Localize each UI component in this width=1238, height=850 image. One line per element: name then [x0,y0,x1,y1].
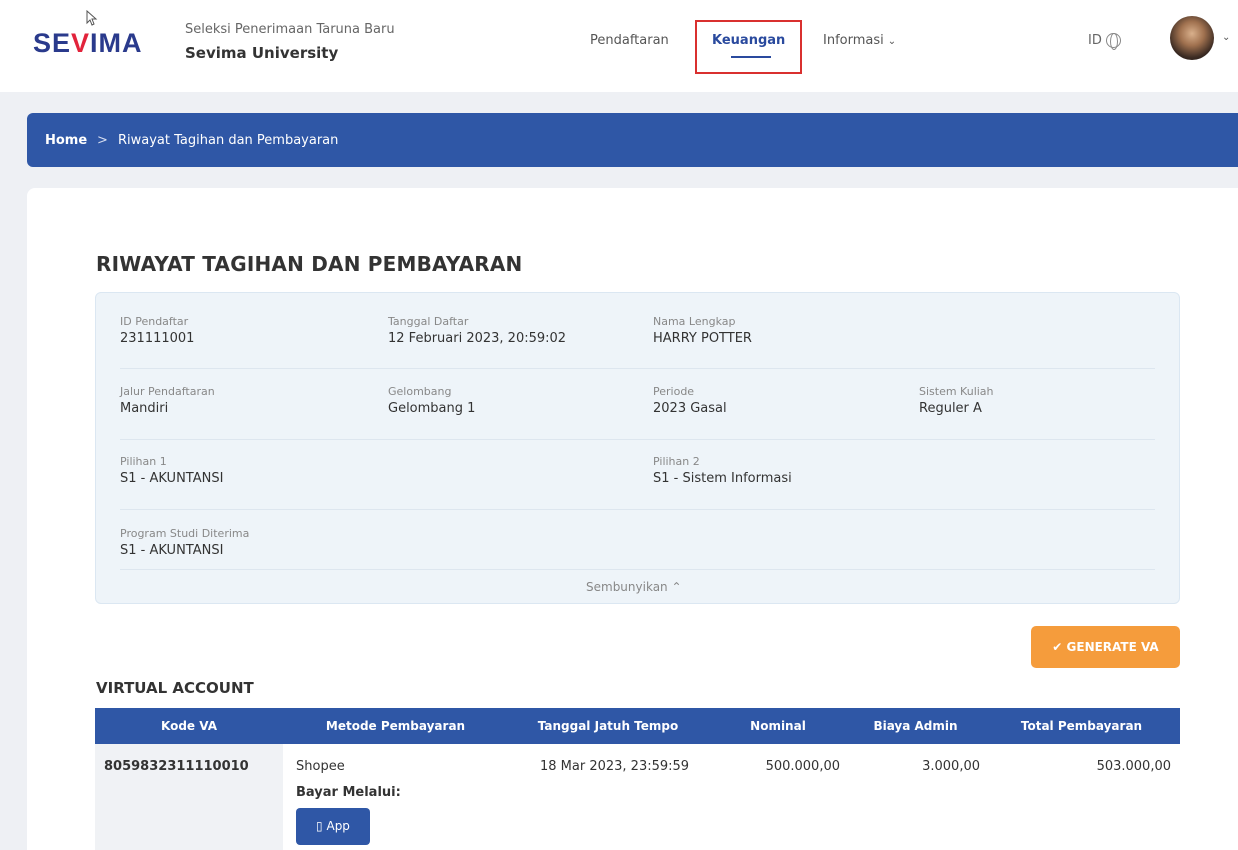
sistem-kuliah-value: Reguler A [919,401,982,416]
divider [120,569,1155,570]
metode-cell: Shopee [296,759,345,774]
id-pendaftar-value: 231111001 [120,331,195,346]
id-pendaftar-label: ID Pendaftar [120,315,189,328]
language-switcher[interactable]: ID [1088,32,1121,50]
check-icon: ✔ [1052,640,1063,654]
tanggal-daftar-label: Tanggal Daftar [388,315,469,328]
nav-informasi[interactable]: Informasi ⌄ [823,33,896,48]
column-header: Tanggal Jatuh Tempo [537,719,679,733]
language-label: ID [1088,33,1102,48]
biaya-admin-cell: 3.000,00 [922,759,980,774]
nav-informasi-label: Informasi [823,33,884,48]
breadcrumb-current: Riwayat Tagihan dan Pembayaran [118,133,339,148]
mouse-cursor-icon [86,10,98,26]
hide-label: Sembunyikan [586,580,668,594]
chevron-up-icon: ⌃ [671,580,682,594]
pay-via-app-button[interactable]: ▯ App [296,808,370,845]
column-header: Kode VA [161,719,217,733]
nominal-cell: 500.000,00 [765,759,840,774]
jalur-value: Mandiri [120,401,169,416]
breadcrumb-home[interactable]: Home [45,133,87,148]
pilihan2-value: S1 - Sistem Informasi [653,471,792,486]
column-header: Nominal [750,719,806,733]
divider [120,439,1155,440]
nama-lengkap-label: Nama Lengkap [653,315,736,328]
kode-va-cell: 8059832311110010 [104,759,249,774]
pilihan2-label: Pilihan 2 [653,455,700,468]
globe-icon [1105,32,1121,50]
periode-label: Periode [653,385,695,398]
divider [120,368,1155,369]
column-header: Biaya Admin [873,719,958,733]
sistem-kuliah-label: Sistem Kuliah [919,385,994,398]
top-header: SEVIMA Seleksi Penerimaan Taruna Baru Se… [0,0,1238,92]
page-title: RIWAYAT TAGIHAN DAN PEMBAYARAN [96,252,523,276]
tanggal-daftar-value: 12 Februari 2023, 20:59:02 [388,331,567,346]
breadcrumb-separator: > [97,133,108,148]
column-header: Metode Pembayaran [325,719,466,733]
prodi-diterima-label: Program Studi Diterima [120,527,250,540]
virtual-account-title: VIRTUAL ACCOUNT [96,679,254,697]
divider [120,509,1155,510]
gelombang-value: Gelombang 1 [388,401,476,416]
chevron-down-icon: ⌄ [887,36,897,47]
sevima-logo[interactable]: SEVIMA [33,28,143,59]
gelombang-label: Gelombang [388,385,452,398]
hide-details-link[interactable]: Sembunyikan ⌃ [586,580,682,594]
pilihan1-label: Pilihan 1 [120,455,167,468]
brand-title: Sevima University [185,44,339,62]
jatuh-tempo-cell: 18 Mar 2023, 23:59:59 [540,759,690,774]
avatar[interactable] [1170,16,1214,60]
chevron-down-icon[interactable]: ⌄ [1222,32,1230,43]
nav-keuangan[interactable]: Keuangan [712,33,785,48]
total-cell: 503.000,00 [1096,759,1171,774]
pilihan1-value: S1 - AKUNTANSI [120,471,224,486]
registrant-info-panel [95,292,1180,604]
nama-lengkap-value: HARRY POTTER [653,331,752,346]
periode-value: 2023 Gasal [653,401,727,416]
phone-icon: ▯ [316,819,323,833]
column-header: Total Pembayaran [1020,719,1143,733]
active-nav-underline [731,56,771,58]
prodi-diterima-value: S1 - AKUNTANSI [120,543,224,558]
jalur-label: Jalur Pendaftaran [120,385,215,398]
generate-va-label: GENERATE VA [1066,640,1159,654]
nav-pendaftaran[interactable]: Pendaftaran [590,33,669,48]
app-label: App [326,819,350,833]
generate-va-button[interactable]: ✔ GENERATE VA [1031,626,1180,668]
brand-subtitle: Seleksi Penerimaan Taruna Baru [185,22,395,37]
bayar-melalui-label: Bayar Melalui: [296,785,401,800]
